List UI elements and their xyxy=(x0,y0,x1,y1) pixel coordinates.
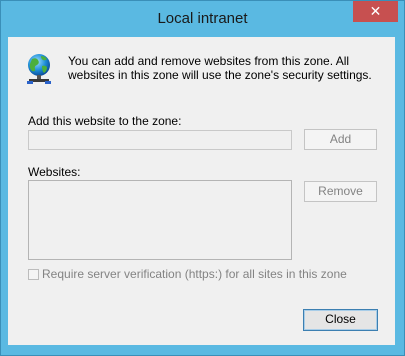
remove-button[interactable]: Remove xyxy=(304,181,377,202)
dialog-title: Local intranet xyxy=(157,10,248,27)
require-verification-checkbox[interactable] xyxy=(28,268,39,280)
zone-info-text: You can add and remove websites from thi… xyxy=(68,54,372,82)
close-button[interactable]: Close xyxy=(303,309,378,331)
require-verification-row[interactable]: Require server verification (https:) for… xyxy=(28,267,347,281)
close-icon[interactable]: ✕ xyxy=(353,1,398,22)
add-website-label: Add this website to the zone: xyxy=(28,114,182,128)
add-button[interactable]: Add xyxy=(304,129,377,150)
dialog-client-area: You can add and remove websites from thi… xyxy=(8,37,395,345)
websites-label: Websites: xyxy=(28,165,81,179)
dialog-window: Local intranet ✕ You can add and remove … xyxy=(0,0,405,356)
add-website-input[interactable] xyxy=(28,130,292,150)
require-verification-label: Require server verification (https:) for… xyxy=(42,267,347,281)
title-bar[interactable]: Local intranet ✕ xyxy=(1,1,404,37)
websites-list[interactable] xyxy=(28,180,292,260)
globe-network-icon xyxy=(27,54,51,84)
